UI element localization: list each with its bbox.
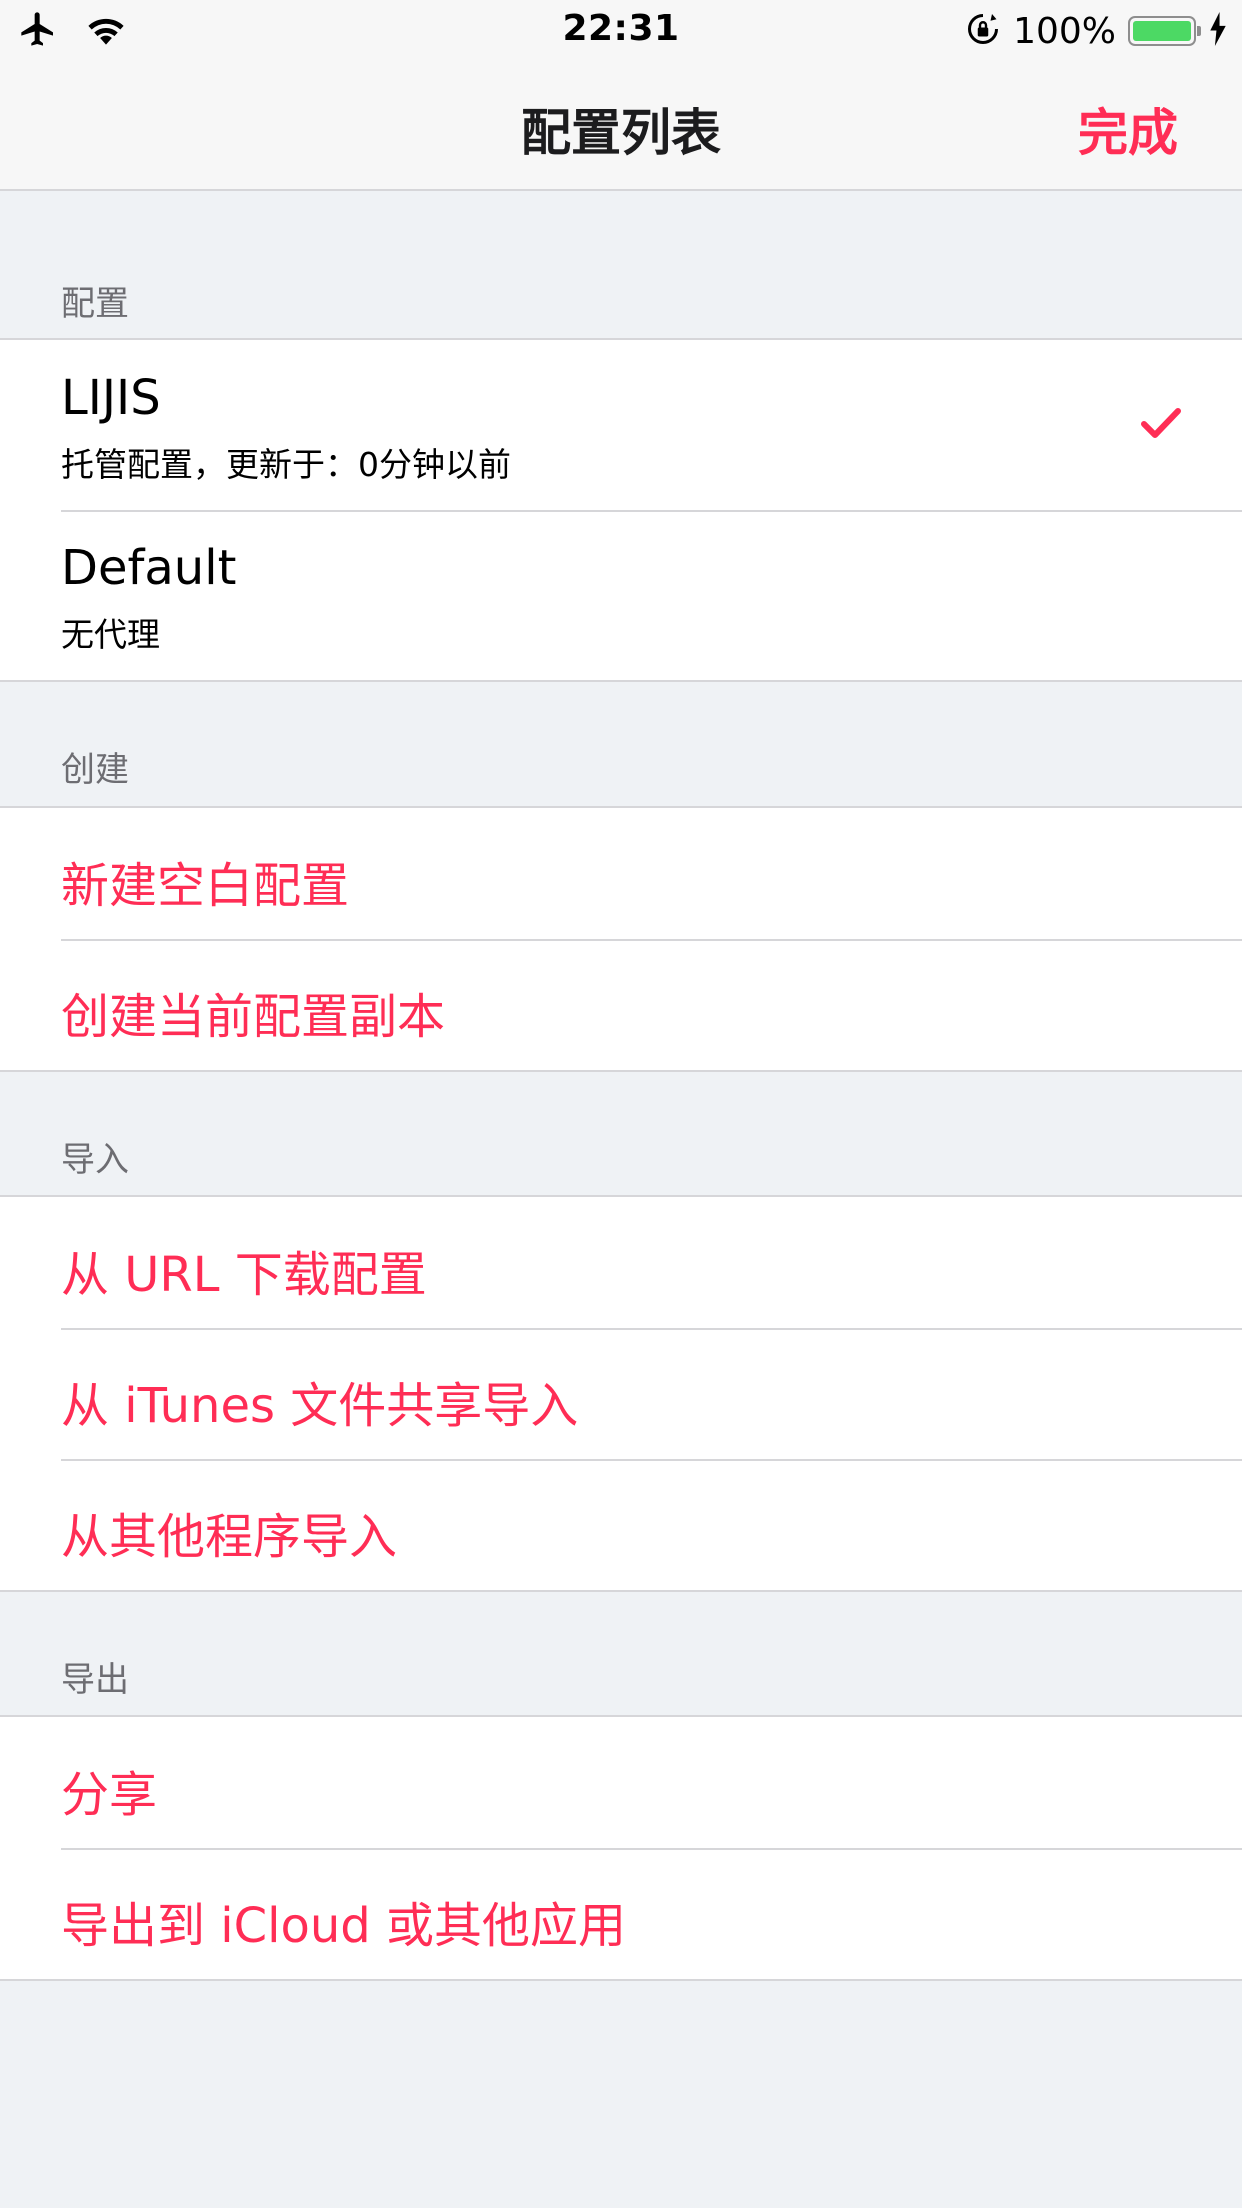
config-title: LIJIS — [61, 370, 161, 426]
action-label: 从 URL 下载配置 — [61, 1247, 427, 1303]
battery-icon — [1128, 16, 1201, 46]
status-bar-right: 100% — [965, 10, 1228, 52]
navigation-bar: 配置列表 完成 — [0, 60, 1242, 191]
create-group: 新建空白配置 创建当前配置副本 — [0, 806, 1242, 1072]
download-from-url-button[interactable]: 从 URL 下载配置 — [0, 1197, 1242, 1328]
export-icloud-button[interactable]: 导出到 iCloud 或其他应用 — [0, 1848, 1242, 1979]
checkmark-icon — [1141, 408, 1181, 438]
action-label: 分享 — [61, 1767, 158, 1823]
action-label: 创建当前配置副本 — [61, 989, 446, 1045]
status-bar: 22:31 100% — [0, 0, 1242, 60]
section-header-create: 创建 — [61, 750, 129, 790]
config-subtitle: 无代理 — [61, 615, 160, 654]
charging-bolt-icon — [1208, 12, 1228, 50]
section-header-export: 导出 — [61, 1660, 129, 1700]
page-title: 配置列表 — [521, 104, 721, 162]
section-header-import: 导入 — [61, 1140, 129, 1180]
battery-tip — [1197, 26, 1201, 36]
action-label: 从其他程序导入 — [61, 1509, 398, 1565]
action-label: 新建空白配置 — [61, 858, 350, 914]
section-header-configs: 配置 — [61, 284, 129, 324]
configs-group: LIJIS 托管配置，更新于：0分钟以前 Default 无代理 — [0, 338, 1242, 682]
config-title: Default — [61, 540, 237, 596]
export-group: 分享 导出到 iCloud 或其他应用 — [0, 1715, 1242, 1981]
action-label: 导出到 iCloud 或其他应用 — [61, 1898, 626, 1954]
duplicate-config-button[interactable]: 创建当前配置副本 — [0, 939, 1242, 1070]
import-from-other-app-button[interactable]: 从其他程序导入 — [0, 1459, 1242, 1590]
config-subtitle: 托管配置，更新于：0分钟以前 — [61, 445, 511, 484]
battery-level — [1133, 21, 1191, 41]
done-button[interactable]: 完成 — [1078, 93, 1178, 165]
import-itunes-sharing-button[interactable]: 从 iTunes 文件共享导入 — [0, 1328, 1242, 1459]
battery-percent: 100% — [1013, 10, 1116, 52]
orientation-lock-icon — [965, 11, 1001, 51]
import-group: 从 URL 下载配置 从 iTunes 文件共享导入 从其他程序导入 — [0, 1195, 1242, 1592]
share-button[interactable]: 分享 — [0, 1717, 1242, 1848]
config-item-lijis[interactable]: LIJIS 托管配置，更新于：0分钟以前 — [0, 340, 1242, 510]
action-label: 从 iTunes 文件共享导入 — [61, 1378, 579, 1434]
config-item-default[interactable]: Default 无代理 — [0, 510, 1242, 680]
new-blank-config-button[interactable]: 新建空白配置 — [0, 808, 1242, 939]
